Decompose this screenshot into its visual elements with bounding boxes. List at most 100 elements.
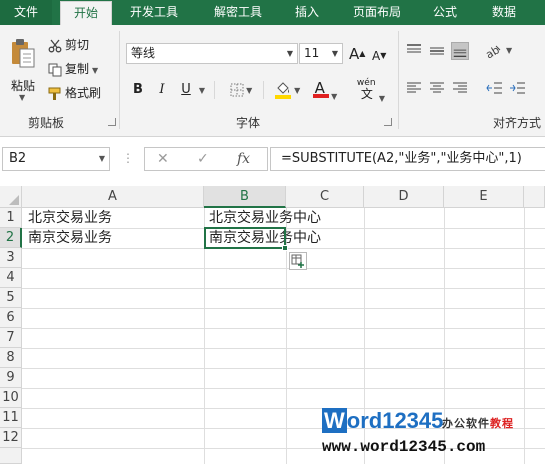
- row-header-7[interactable]: 7: [0, 328, 22, 348]
- row-header-8[interactable]: 8: [0, 348, 22, 368]
- insert-function-icon[interactable]: fx: [237, 148, 250, 170]
- column-header-a[interactable]: A: [22, 186, 204, 208]
- underline-dropdown[interactable]: ▼: [196, 79, 208, 101]
- column-header-d[interactable]: D: [364, 186, 444, 208]
- row-header-4[interactable]: 4: [0, 268, 22, 288]
- tab-formulas[interactable]: 公式: [424, 0, 466, 25]
- align-right-icon[interactable]: [451, 79, 469, 97]
- chevron-down-icon: ▼: [331, 49, 339, 58]
- scissors-icon: [48, 39, 62, 52]
- shrink-font-icon: A: [372, 49, 381, 63]
- align-middle-icon[interactable]: [428, 42, 446, 60]
- copy-button[interactable]: 复制 ▼: [48, 59, 98, 79]
- bold-button[interactable]: B: [128, 79, 148, 101]
- row-header-10[interactable]: 10: [0, 388, 22, 408]
- fill-color-button[interactable]: ▼: [270, 79, 304, 101]
- tab-home[interactable]: 开始: [60, 1, 112, 25]
- grow-font-button[interactable]: A▲: [349, 44, 365, 64]
- tab-developer[interactable]: 开发工具: [118, 0, 190, 25]
- fill-handle[interactable]: [282, 245, 288, 251]
- cancel-icon[interactable]: ✕: [157, 148, 169, 170]
- cell-a2[interactable]: 南京交易业务: [24, 228, 112, 248]
- font-color-button[interactable]: A ▼: [308, 79, 342, 101]
- row-header-2[interactable]: 2: [0, 228, 22, 248]
- row-header-3[interactable]: 3: [0, 248, 22, 268]
- align-top-icon[interactable]: [405, 42, 423, 60]
- chevron-down-icon: ▼: [98, 154, 105, 163]
- gridline: [22, 308, 545, 309]
- tab-decrypt-tools[interactable]: 解密工具: [202, 0, 274, 25]
- font-group-label: 字体: [236, 116, 261, 130]
- row-header-11[interactable]: 11: [0, 408, 22, 428]
- grow-font-icon: A: [349, 45, 360, 63]
- formula-bar: B2 ▼ ⋮ ✕ ✓ fx =SUBSTITUTE(A2,"业务","业务中心"…: [0, 137, 545, 183]
- phonetic-guide-button[interactable]: wén 文 ▼: [354, 78, 388, 103]
- font-color-bar: [312, 94, 329, 98]
- borders-button[interactable]: ▼: [224, 79, 258, 101]
- format-painter-icon: [48, 87, 61, 100]
- watermark: Word12345 办公软件教程 www.word12345.com: [322, 408, 545, 464]
- gridline: [22, 288, 545, 289]
- chevron-down-icon: ▼: [291, 86, 301, 95]
- watermark-logo: Word12345: [322, 408, 444, 433]
- drag-handle-icon[interactable]: ⋮: [122, 151, 134, 165]
- row-header-5[interactable]: 5: [0, 288, 22, 308]
- font-launcher-icon[interactable]: [384, 118, 392, 126]
- paste-button[interactable]: 粘贴 ▼: [6, 35, 40, 105]
- chevron-down-icon: ▼: [19, 93, 26, 102]
- gridline: [22, 348, 545, 349]
- name-box[interactable]: B2 ▼: [2, 147, 110, 171]
- paste-label: 粘贴: [10, 79, 35, 93]
- column-header-c[interactable]: C: [286, 186, 364, 208]
- paste-icon: [12, 39, 35, 68]
- row-header-13[interactable]: [0, 448, 22, 464]
- cut-label: 剪切: [65, 38, 90, 52]
- font-size-value: 11: [304, 46, 320, 60]
- cell-b1[interactable]: 北京交易业务中心: [205, 208, 321, 228]
- align-left-icon[interactable]: [405, 79, 423, 97]
- clipboard-launcher-icon[interactable]: [108, 118, 116, 126]
- column-header-f[interactable]: [524, 186, 545, 208]
- font-size-select[interactable]: 11 ▼: [299, 43, 343, 64]
- column-header-e[interactable]: E: [444, 186, 524, 208]
- chevron-down-icon: ▼: [286, 49, 294, 58]
- tab-data[interactable]: 数据: [480, 0, 528, 25]
- select-all-button[interactable]: [0, 186, 22, 208]
- quick-analysis-button[interactable]: [289, 252, 307, 270]
- column-header-b[interactable]: B: [204, 186, 286, 208]
- orientation-icon[interactable]: ab: [484, 42, 502, 60]
- align-center-icon[interactable]: [428, 79, 446, 97]
- gridline: [22, 388, 545, 389]
- borders-icon: [230, 83, 244, 96]
- ribbon: 粘贴 ▼ 剪切 复制 ▼ 格式刷 剪贴板 等线 ▼ 11 ▼ A▲ A▼ B I…: [0, 25, 545, 137]
- row-header-12[interactable]: 12: [0, 428, 22, 448]
- increase-indent-icon[interactable]: [509, 79, 527, 97]
- row-header-6[interactable]: 6: [0, 308, 22, 328]
- underline-button[interactable]: U: [176, 79, 196, 101]
- align-bottom-icon[interactable]: [451, 42, 469, 60]
- formula-input[interactable]: =SUBSTITUTE(A2,"业务","业务中心",1): [270, 147, 545, 171]
- chevron-down-icon: ▼: [92, 66, 99, 75]
- cell-a1[interactable]: 北京交易业务: [24, 208, 112, 228]
- decrease-indent-icon[interactable]: [486, 79, 504, 97]
- chevron-down-icon: ▼: [378, 94, 386, 103]
- format-painter-button[interactable]: 格式刷: [48, 83, 101, 103]
- active-cell-border: [204, 227, 286, 249]
- group-divider: [119, 31, 120, 129]
- tab-page-layout[interactable]: 页面布局: [342, 0, 412, 25]
- tab-file[interactable]: 文件: [0, 0, 52, 25]
- copy-icon: [48, 63, 62, 76]
- alignment-group-label: 对齐方式: [493, 116, 542, 130]
- copy-label: 复制: [65, 62, 90, 76]
- gridline: [22, 268, 545, 269]
- italic-button[interactable]: I: [152, 79, 172, 101]
- quick-analysis-icon: [291, 254, 304, 268]
- row-header-9[interactable]: 9: [0, 368, 22, 388]
- enter-icon[interactable]: ✓: [197, 148, 209, 170]
- gridline: [22, 368, 545, 369]
- shrink-font-button[interactable]: A▼: [372, 46, 386, 66]
- tab-insert[interactable]: 插入: [286, 0, 328, 25]
- font-name-select[interactable]: 等线 ▼: [126, 43, 298, 64]
- cut-button[interactable]: 剪切: [48, 35, 89, 55]
- row-header-1[interactable]: 1: [0, 208, 22, 228]
